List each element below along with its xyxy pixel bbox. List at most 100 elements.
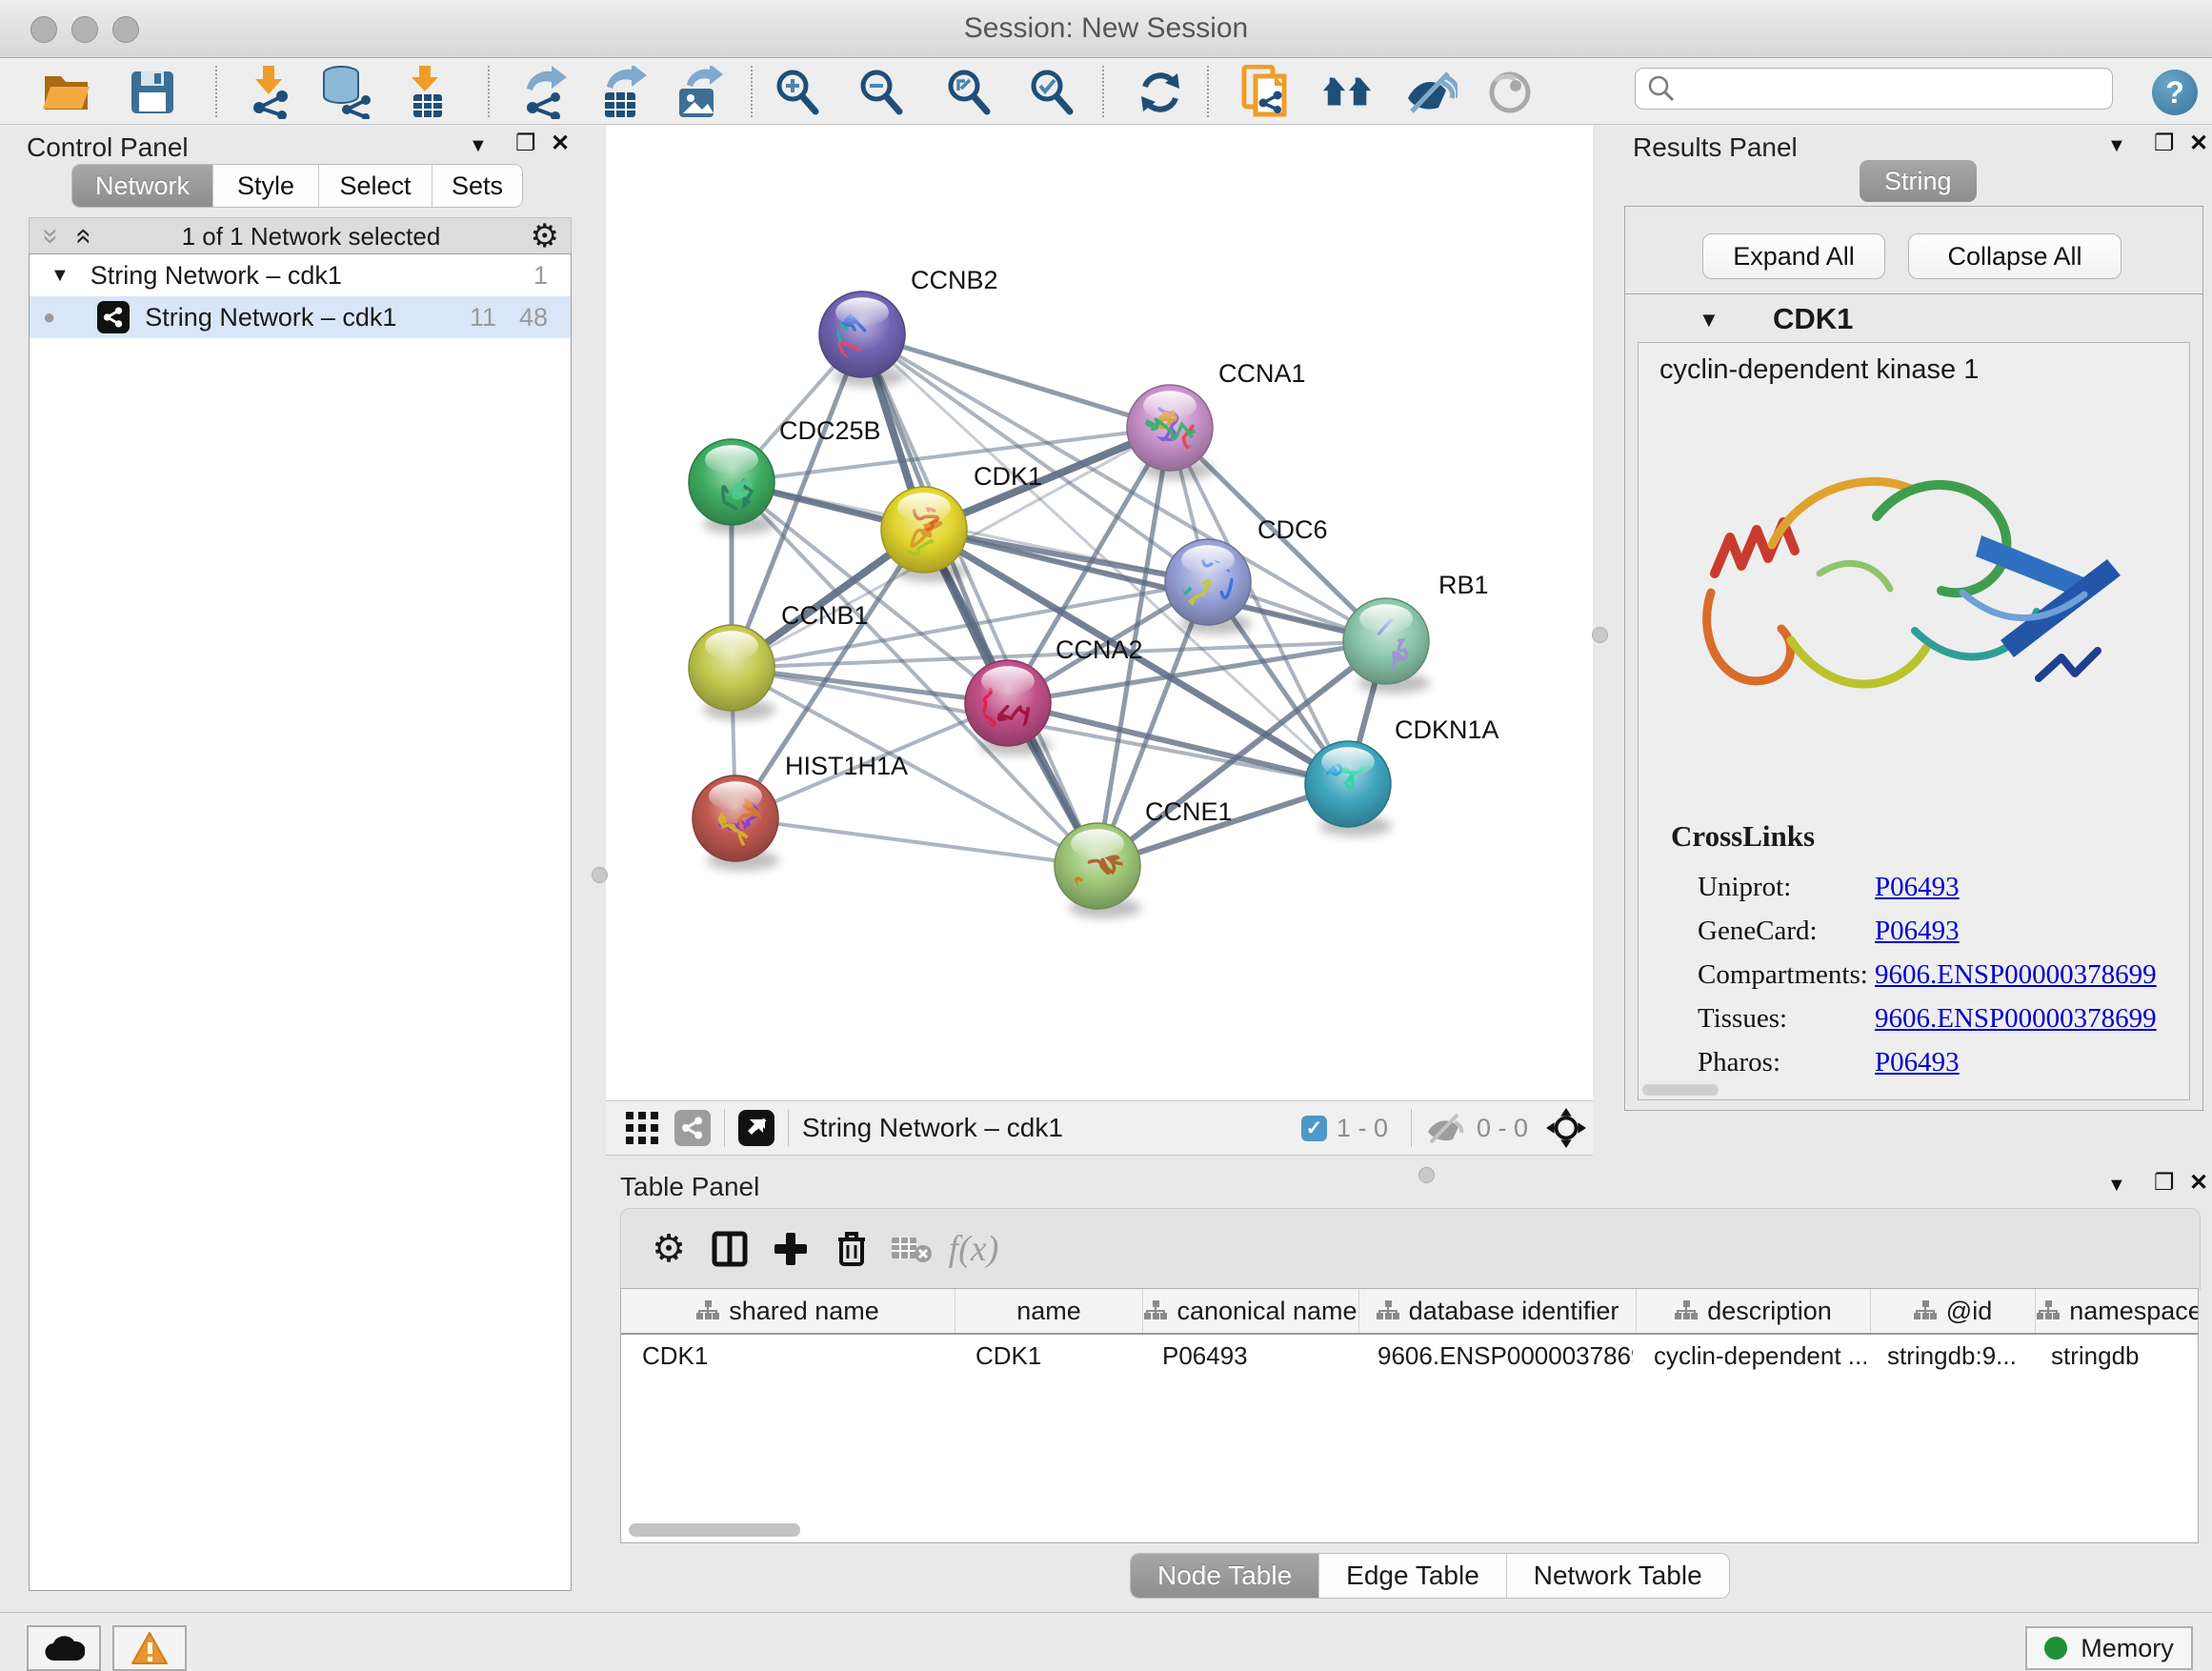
tab-select[interactable]: Select: [319, 165, 432, 207]
network-collection-row[interactable]: ▼ String Network – cdk1 1: [30, 254, 571, 296]
right-splitter-grip[interactable]: [1592, 627, 1608, 643]
panel-menu-icon[interactable]: ▼: [2107, 1176, 2126, 1196]
left-splitter-grip[interactable]: [592, 867, 608, 883]
graph-node-CDC25B[interactable]: [689, 439, 775, 534]
network-selection-bar: » « 1 of 1 Network selected ⚙: [29, 217, 572, 255]
open-session-icon[interactable]: [40, 66, 93, 119]
show-columns-icon[interactable]: [699, 1222, 760, 1276]
table-settings-gear-icon[interactable]: ⚙: [638, 1222, 699, 1276]
collection-expander-icon[interactable]: ▼: [50, 265, 70, 287]
protein-expander-icon[interactable]: ▼: [1699, 308, 1719, 332]
table-hscrollbar[interactable]: [629, 1523, 800, 1537]
graph-node-RB1[interactable]: [1343, 598, 1430, 694]
panel-menu-icon[interactable]: ▼: [2107, 136, 2126, 156]
export-network-icon[interactable]: [518, 66, 572, 119]
column-header-name[interactable]: name: [955, 1289, 1143, 1333]
expand-all-button[interactable]: Expand All: [1702, 233, 1885, 279]
zoom-selected-icon[interactable]: [1026, 66, 1079, 119]
table-row[interactable]: CDK1CDK1P064939606.ENSP00000378699cyclin…: [621, 1335, 2198, 1377]
panel-float-icon[interactable]: ❐: [2154, 1172, 2175, 1195]
create-column-icon[interactable]: [760, 1222, 821, 1276]
warnings-button[interactable]: [112, 1625, 187, 1671]
network-share-icon[interactable]: [674, 1110, 711, 1146]
column-header-shared-name[interactable]: shared name: [621, 1289, 955, 1333]
tab-sets[interactable]: Sets: [432, 165, 522, 207]
column-header-description[interactable]: description: [1637, 1289, 1871, 1333]
crosslink-value-link[interactable]: 9606.ENSP00000378699: [1875, 1003, 2157, 1035]
table-cell[interactable]: 9606.ENSP00000378699: [1357, 1335, 1633, 1377]
column-header-database-identifier[interactable]: database identifier: [1359, 1289, 1637, 1333]
save-session-icon[interactable]: [126, 66, 179, 119]
tab-node-table[interactable]: Node Table: [1131, 1554, 1319, 1598]
table-cell[interactable]: stringdb:9...: [1866, 1335, 2030, 1377]
graph-node-CDK1[interactable]: [881, 487, 968, 582]
table-cell[interactable]: CDK1: [955, 1335, 1141, 1377]
import-network-file-icon[interactable]: [242, 66, 295, 119]
network-row[interactable]: ● String Network – cdk1 11 48: [30, 296, 571, 338]
network-current-indicator: ●: [43, 305, 55, 330]
zoom-fit-icon[interactable]: [943, 66, 996, 119]
panel-float-icon[interactable]: ❐: [515, 132, 536, 155]
toolbar-separator: [1207, 66, 1209, 117]
table-cell[interactable]: CDK1: [621, 1335, 955, 1377]
horizontal-splitter-grip[interactable]: [1418, 1167, 1435, 1183]
results-panel-title: Results Panel: [1633, 132, 1798, 163]
cloud-status-button[interactable]: [27, 1625, 101, 1671]
export-table-icon[interactable]: [594, 66, 648, 119]
results-hscrollbar[interactable]: [1642, 1084, 1719, 1096]
refresh-icon[interactable]: [1134, 66, 1187, 119]
tab-string-results[interactable]: String: [1860, 160, 1977, 202]
tab-network[interactable]: Network: [72, 165, 213, 207]
table-cell[interactable]: cyclin-dependent ...: [1633, 1335, 1866, 1377]
tab-network-table[interactable]: Network Table: [1507, 1554, 1729, 1598]
graph-node-HIST1H1A[interactable]: [693, 775, 779, 871]
graph-node-CDKN1A[interactable]: [1305, 741, 1392, 836]
crosslink-value-link[interactable]: P06493: [1875, 872, 1960, 903]
column-header-namespace[interactable]: namespace: [2036, 1289, 2199, 1333]
network-options-gear-icon[interactable]: ⚙: [531, 217, 559, 255]
collapse-all-button[interactable]: Collapse All: [1908, 233, 2122, 279]
zoom-in-icon[interactable]: [772, 66, 825, 119]
grid-view-icon[interactable]: [617, 1101, 667, 1155]
hidden-counts: 0 - 0: [1477, 1114, 1528, 1143]
search-input[interactable]: [1683, 73, 2112, 105]
tab-style[interactable]: Style: [213, 165, 319, 207]
panel-menu-icon[interactable]: ▼: [469, 136, 488, 156]
string-home-icon[interactable]: [1321, 66, 1375, 119]
crosslink-value-link[interactable]: P06493: [1875, 916, 1960, 947]
crosslink-value-link[interactable]: 9606.ENSP00000378699: [1875, 959, 2157, 991]
graph-node-CCNA1[interactable]: [1127, 383, 1232, 480]
crosslink-value-link[interactable]: P06493: [1875, 1047, 1960, 1078]
memory-button[interactable]: Memory: [2025, 1626, 2193, 1670]
network-graph[interactable]: CCNB2CCNA1CDC25BCDK1CDC6RB1CCNB1CCNA2CDK…: [606, 125, 1593, 1100]
graph-node-CCNE1[interactable]: [1055, 823, 1141, 918]
fit-content-crosshair-icon[interactable]: [1539, 1101, 1593, 1155]
selected-checkbox-icon[interactable]: ✓: [1301, 1116, 1327, 1141]
panel-close-icon[interactable]: ✕: [551, 132, 570, 155]
function-builder-icon[interactable]: f(x): [943, 1222, 1004, 1276]
import-table-file-icon[interactable]: [400, 66, 453, 119]
hide-graphics-details-icon[interactable]: [1404, 66, 1458, 119]
cytoscape-window: Session: New Session: [0, 0, 2212, 1671]
clone-network-icon[interactable]: [1238, 66, 1292, 119]
delete-column-trash-icon[interactable]: [821, 1222, 882, 1276]
import-network-database-icon[interactable]: [318, 66, 372, 119]
birds-eye-view-icon[interactable]: [738, 1110, 774, 1146]
panel-close-icon[interactable]: ✕: [2189, 132, 2208, 155]
table-cell[interactable]: P06493: [1141, 1335, 1357, 1377]
graph-node-CCNB2[interactable]: [811, 292, 906, 387]
zoom-out-icon[interactable]: [855, 66, 909, 119]
tab-edge-table[interactable]: Edge Table: [1319, 1554, 1507, 1598]
column-header--id[interactable]: @id: [1871, 1289, 2036, 1333]
show-graphics-details-icon[interactable]: [1483, 66, 1537, 119]
panel-float-icon[interactable]: ❐: [2154, 132, 2175, 155]
panel-close-icon[interactable]: ✕: [2189, 1172, 2208, 1195]
export-image-icon[interactable]: [671, 66, 724, 119]
column-header-canonical-name[interactable]: canonical name: [1143, 1289, 1359, 1333]
help-button[interactable]: ?: [2152, 70, 2198, 115]
delete-table-icon[interactable]: [882, 1222, 943, 1276]
graph-node-CCNB1[interactable]: [689, 625, 775, 720]
crosslink-row: Uniprot:P06493: [1698, 865, 2174, 909]
network-canvas[interactable]: CCNB2CCNA1CDC25BCDK1CDC6RB1CCNB1CCNA2CDK…: [606, 125, 1593, 1100]
table-cell[interactable]: stringdb: [2030, 1335, 2198, 1377]
